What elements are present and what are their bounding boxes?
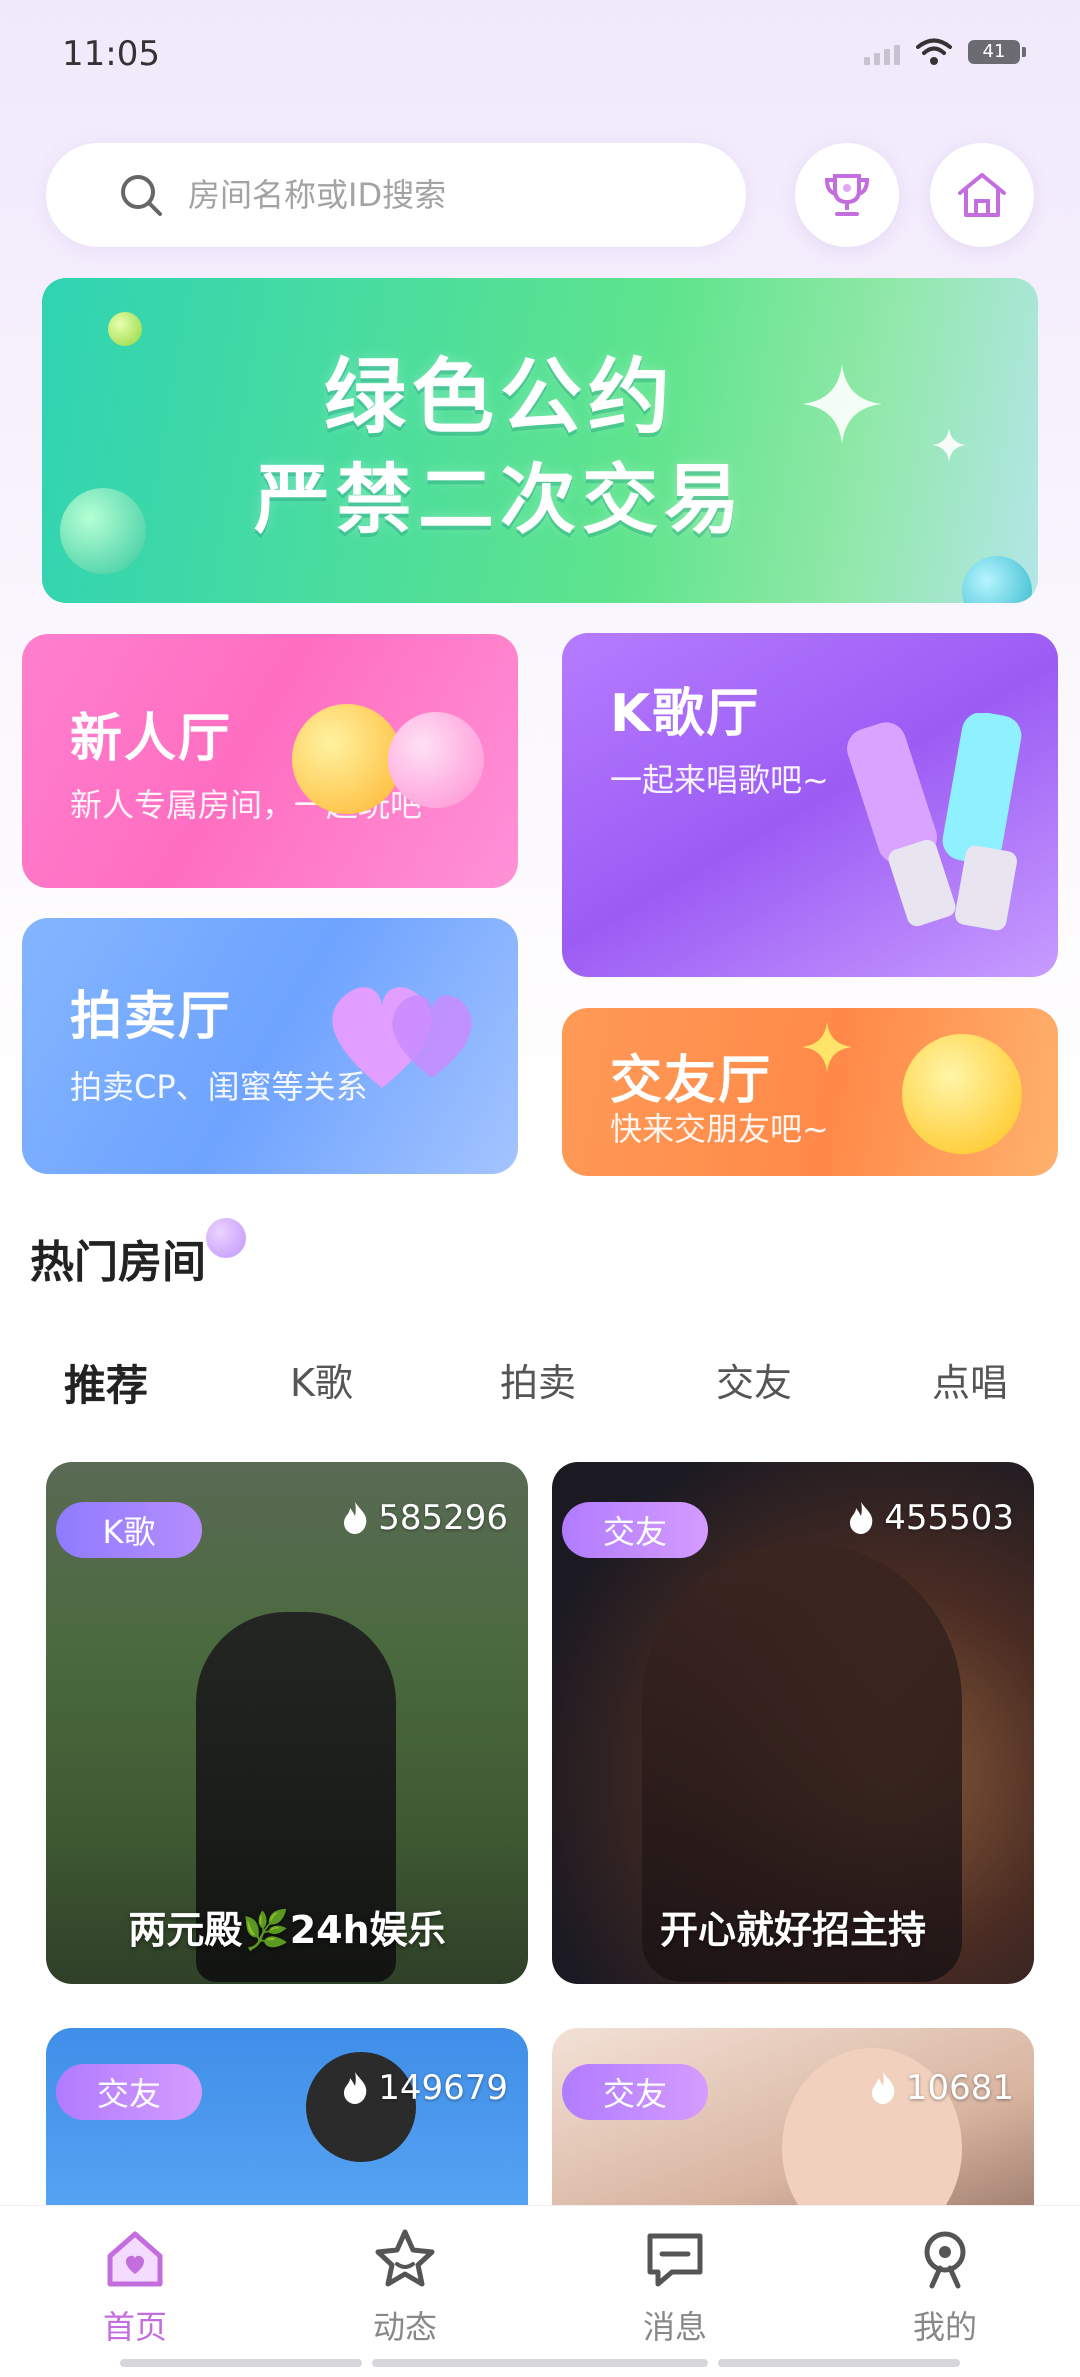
friends-hall-card[interactable]: 交友厅 快来交朋友吧~ <box>562 1008 1058 1176</box>
room-tag: 交友 <box>56 2064 202 2120</box>
search-bar[interactable] <box>46 143 746 247</box>
room-name: 开心就好招主持 <box>659 1908 926 1952</box>
green-pact-banner[interactable]: 绿色公约 严禁二次交易 <box>42 278 1038 603</box>
nav-label: 动态 <box>372 2308 437 2346</box>
tab-karaoke[interactable]: K歌 <box>290 1352 353 1407</box>
nav-home[interactable]: 首页 <box>50 2226 220 2348</box>
nav-label: 我的 <box>912 2308 977 2346</box>
card-title: 拍卖厅 <box>70 987 233 1047</box>
nav-messages[interactable]: 消息 <box>590 2226 760 2348</box>
room-heat: 455503 <box>846 1498 1014 1538</box>
battery-icon: 41 <box>968 40 1026 64</box>
card-subtitle: 快来交朋友吧~ <box>610 1110 829 1148</box>
room-card[interactable]: 交友 455503 开心就好招主持 <box>552 1462 1034 1984</box>
signal-icon <box>864 39 900 65</box>
hearts-icon <box>332 987 472 1088</box>
flame-icon <box>850 1502 873 1534</box>
room-heat-value: 10681 <box>905 2068 1014 2108</box>
banner-line1: 绿色公约 <box>323 350 676 445</box>
card-title: 交友厅 <box>610 1051 773 1111</box>
star-nav-icon <box>375 2229 435 2287</box>
room-tag: 交友 <box>562 1502 708 1558</box>
room-tabs: 推荐 K歌 拍卖 交友 点唱 <box>0 1352 1080 1422</box>
gesture-bar <box>718 2359 960 2367</box>
room-heat: 10681 <box>868 2068 1014 2108</box>
house-button[interactable] <box>930 143 1034 247</box>
flame-icon <box>344 2072 367 2104</box>
tab-friends[interactable]: 交友 <box>716 1352 792 1407</box>
sparkle-icon <box>802 1022 852 1072</box>
flame-icon <box>344 1502 367 1534</box>
card-title: K歌厅 <box>610 684 761 744</box>
nav-moments[interactable]: 动态 <box>320 2226 490 2348</box>
bottom-nav: 首页 动态 消息 我的 <box>0 2205 1080 2377</box>
tab-auction[interactable]: 拍卖 <box>500 1352 576 1407</box>
gesture-bar <box>120 2359 362 2367</box>
hot-rooms-title: 热门房间 <box>30 1237 206 1288</box>
house-icon <box>958 173 1006 217</box>
gesture-bar <box>372 2359 708 2367</box>
nav-label: 消息 <box>642 2308 707 2346</box>
nav-profile[interactable]: 我的 <box>860 2226 1030 2348</box>
status-icons: 41 <box>864 38 1026 66</box>
card-title: 新人厅 <box>70 709 233 769</box>
status-time: 11:05 <box>62 34 160 74</box>
flame-icon <box>871 2072 895 2104</box>
decor-bubble <box>206 1218 246 1258</box>
tab-recommend[interactable]: 推荐 <box>64 1352 148 1413</box>
search-icon <box>121 175 162 216</box>
decor-bubble <box>962 556 1032 603</box>
chick-icon <box>902 1034 1022 1154</box>
room-tag: 交友 <box>562 2064 708 2120</box>
room-tag: K歌 <box>56 1502 202 1558</box>
emoji-face-icon <box>292 704 402 814</box>
emoji-face-icon <box>388 712 484 808</box>
wifi-icon <box>916 38 952 65</box>
karaoke-hall-card[interactable]: K歌厅 一起来唱歌吧~ <box>562 633 1058 977</box>
card-subtitle: 一起来唱歌吧~ <box>610 761 829 799</box>
room-heat: 585296 <box>340 1498 508 1538</box>
room-name: 两元殿🌿24h娱乐 <box>128 1908 446 1952</box>
profile-nav-icon <box>924 2231 966 2289</box>
trophy-icon <box>824 174 870 216</box>
newbie-hall-card[interactable]: 新人厅 新人专属房间，一起玩吧 <box>22 634 518 888</box>
room-heat-value: 455503 <box>884 1498 1014 1538</box>
room-card[interactable]: K歌 585296 两元殿🌿24h娱乐 <box>46 1462 528 1984</box>
room-heat-value: 149679 <box>378 2068 508 2108</box>
room-heat-value: 585296 <box>378 1498 508 1538</box>
tab-song-request[interactable]: 点唱 <box>932 1352 1008 1407</box>
home-nav-icon <box>107 2231 163 2287</box>
microphone-icon <box>847 713 1022 931</box>
search-input[interactable] <box>186 175 710 215</box>
nav-label: 首页 <box>102 2308 167 2346</box>
message-nav-icon <box>647 2233 703 2287</box>
room-heat: 149679 <box>340 2068 508 2108</box>
banner-line2: 严禁二次交易 <box>254 455 746 544</box>
auction-hall-card[interactable]: 拍卖厅 拍卖CP、闺蜜等关系 <box>22 918 518 1174</box>
trophy-button[interactable] <box>795 143 899 247</box>
